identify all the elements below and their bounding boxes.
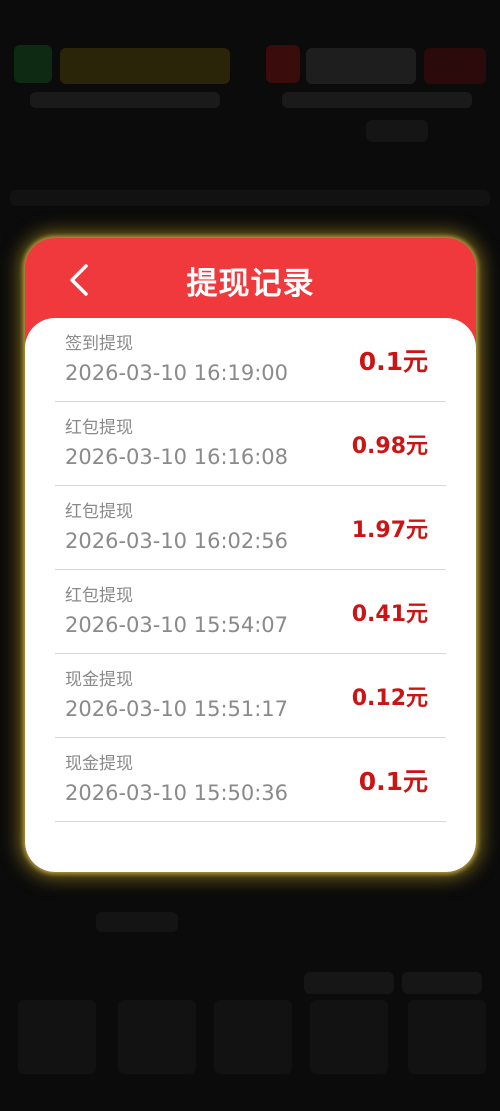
bg-chip-1 <box>304 972 394 994</box>
record-amount: 0.41元 <box>351 601 428 627</box>
record-amount: 0.1元 <box>358 346 428 376</box>
record-row: 签到提现 2026-03-10 16:19:00 0.1元 <box>55 318 446 402</box>
record-time: 2026-03-10 16:02:56 <box>65 528 289 553</box>
record-amount: 1.97元 <box>351 517 428 543</box>
bg-chip-2 <box>402 972 482 994</box>
record-amount: 0.1元 <box>358 766 428 796</box>
record-type: 红包提现 <box>65 501 133 522</box>
bg-tab-2 <box>118 1000 196 1074</box>
record-time: 2026-03-10 16:16:08 <box>65 444 289 469</box>
record-type: 现金提现 <box>65 753 133 774</box>
record-time: 2026-03-10 15:54:07 <box>65 612 289 637</box>
record-row: 红包提现 2026-03-10 15:54:07 0.41元 <box>55 570 446 654</box>
bg-bar-right <box>282 92 472 108</box>
bg-banner-mid <box>306 48 416 84</box>
bg-tab-4 <box>310 1000 388 1074</box>
bg-tab-1 <box>18 1000 96 1074</box>
bg-icon-green <box>14 45 52 83</box>
record-type: 现金提现 <box>65 669 133 690</box>
modal-title: 提现记录 <box>186 266 315 302</box>
record-amount: 0.12元 <box>351 685 428 711</box>
record-type: 签到提现 <box>65 333 133 354</box>
record-row: 现金提现 2026-03-10 15:51:17 0.12元 <box>55 654 446 738</box>
bg-icon-red <box>266 45 300 83</box>
bg-tab-5 <box>408 1000 486 1074</box>
records-list[interactable]: 签到提现 2026-03-10 16:19:00 0.1元 红包提现 2026-… <box>25 318 476 872</box>
record-row: 红包提现 2026-03-10 16:02:56 1.97元 <box>55 486 446 570</box>
record-type: 红包提现 <box>65 585 133 606</box>
record-time: 2026-03-10 16:19:00 <box>65 360 289 385</box>
modal-header: 提现记录 <box>25 238 476 320</box>
record-amount: 0.98元 <box>351 433 428 459</box>
bg-count <box>366 120 428 142</box>
bg-tab-3 <box>214 1000 292 1074</box>
withdraw-records-modal: 提现记录 签到提现 2026-03-10 16:19:00 0.1元 红包提现 … <box>25 238 476 872</box>
record-type: 红包提现 <box>65 417 133 438</box>
record-row: 红包提现 2026-03-10 16:16:08 0.98元 <box>55 402 446 486</box>
record-time: 2026-03-10 15:50:36 <box>65 780 289 805</box>
bg-label <box>96 912 178 932</box>
record-row: 现金提现 2026-03-10 15:50:36 0.1元 <box>55 738 446 822</box>
bg-bar-left <box>30 92 220 108</box>
record-time: 2026-03-10 15:51:17 <box>65 696 289 721</box>
bg-banner-right <box>424 48 486 84</box>
bg-banner-left <box>60 48 230 84</box>
bg-row <box>10 190 490 206</box>
